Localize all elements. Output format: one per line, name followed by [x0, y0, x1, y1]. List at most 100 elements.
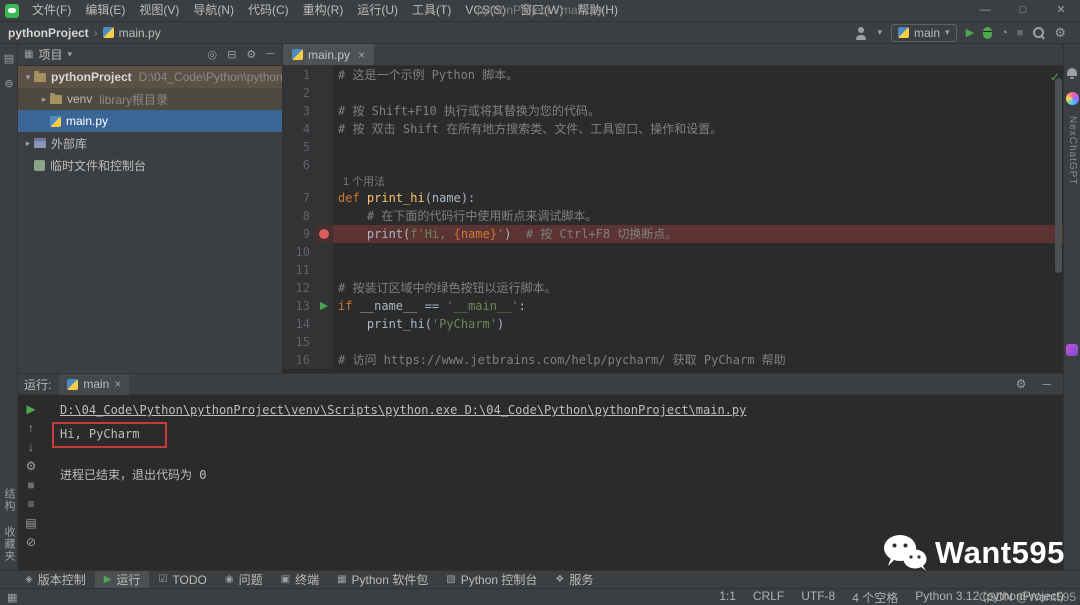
status-item[interactable]: CRLF: [753, 589, 784, 605]
minimize-panel-icon[interactable]: ─: [1042, 377, 1051, 391]
gutter[interactable]: [315, 207, 333, 225]
status-item[interactable]: UTF-8: [801, 589, 835, 605]
close-icon[interactable]: ×: [358, 48, 365, 62]
run-config-selector[interactable]: main ▾: [891, 24, 957, 42]
search-icon[interactable]: [1032, 26, 1045, 39]
toolwindow-button-problems[interactable]: ◉问题: [216, 571, 272, 589]
gutter[interactable]: [315, 315, 333, 333]
nexchatgpt-toolwindow-button[interactable]: NexChatGPT: [1067, 116, 1078, 185]
tree-item[interactable]: 临时文件和控制台: [18, 154, 282, 176]
rerun-icon[interactable]: ▶: [26, 402, 35, 416]
menu-item[interactable]: 视图(V): [132, 0, 186, 21]
chevron-icon[interactable]: ▾: [22, 72, 34, 83]
gutter[interactable]: [315, 279, 333, 297]
minimize-button[interactable]: —: [966, 0, 1004, 22]
menu-item[interactable]: 工具(T): [405, 0, 458, 21]
chevron-down-icon[interactable]: ▾: [877, 27, 882, 38]
menu-item[interactable]: 文件(F): [25, 0, 78, 21]
notifications-icon[interactable]: [1067, 68, 1077, 76]
code-text: [333, 84, 1063, 102]
gutter[interactable]: [315, 84, 333, 102]
tree-item[interactable]: ▸venvlibrary根目录: [18, 88, 282, 110]
toolwindow-toggle-icon[interactable]: ▦: [7, 591, 17, 604]
toolwindow-button-version-control[interactable]: ◈版本控制: [16, 571, 95, 589]
settings-icon[interactable]: ⚙: [1054, 25, 1066, 41]
chevron-icon[interactable]: ▸: [22, 138, 34, 149]
gutter[interactable]: [315, 138, 333, 156]
collapse-all-icon[interactable]: ⊟: [227, 48, 236, 61]
editor-tab-main-py[interactable]: main.py ×: [283, 44, 374, 65]
gutter[interactable]: [315, 102, 333, 120]
wechat-icon: [882, 533, 928, 573]
maximize-button[interactable]: □: [1004, 0, 1042, 22]
menu-item[interactable]: 运行(U): [350, 0, 405, 21]
close-icon[interactable]: ×: [114, 377, 121, 391]
menu-item[interactable]: 重构(R): [296, 0, 351, 21]
toolwindow-button-python-console[interactable]: ▧Python 控制台: [437, 571, 546, 589]
tree-item[interactable]: ▾pythonProjectD:\04_Code\Python\pythonPr…: [18, 66, 282, 88]
gutter[interactable]: [315, 261, 333, 279]
code-line: 6: [283, 156, 1063, 174]
run-line-icon[interactable]: [320, 302, 328, 310]
settings-icon[interactable]: ⚙: [1016, 377, 1027, 391]
breadcrumb-file[interactable]: main.py: [119, 26, 161, 40]
status-item[interactable]: 1:1: [719, 589, 736, 605]
tree-item[interactable]: main.py: [18, 110, 282, 132]
gutter[interactable]: [315, 120, 333, 138]
gutter[interactable]: [315, 243, 333, 261]
gutter[interactable]: [315, 66, 333, 84]
gutter[interactable]: [315, 189, 333, 207]
gutter[interactable]: [315, 297, 333, 315]
profiler-button[interactable]: ◔: [1001, 27, 1008, 39]
close-button[interactable]: ✕: [1042, 0, 1080, 22]
settings-icon[interactable]: ⚙: [246, 48, 256, 61]
run-button[interactable]: ▶: [966, 26, 974, 39]
breakpoint-icon[interactable]: [319, 229, 329, 239]
scroll-up-icon[interactable]: ↑: [28, 421, 34, 435]
gutter[interactable]: [315, 333, 333, 351]
run-tab-main[interactable]: main ×: [59, 374, 129, 395]
status-item[interactable]: 4 个空格: [852, 589, 898, 605]
line-number: 6: [283, 156, 315, 174]
commit-toolwindow-icon[interactable]: ⊚: [4, 77, 13, 90]
favorites-toolwindow-button[interactable]: 收藏夹: [1, 526, 17, 562]
toolwindow-button-todo[interactable]: ☑TODO: [149, 571, 215, 589]
usage-hint[interactable]: 1 个用法: [338, 176, 385, 188]
editor-scrollbar[interactable]: [1055, 78, 1062, 273]
code-text: # 按装订区域中的绿色按钮以运行脚本。: [333, 279, 1063, 297]
locate-file-icon[interactable]: ◎: [208, 48, 218, 61]
editor[interactable]: main.py × 1# 这是一个示例 Python 脚本。23# 按 Shif…: [283, 44, 1063, 373]
toolwindow-button-python-packages[interactable]: ▦Python 软件包: [328, 571, 437, 589]
gutter[interactable]: [315, 225, 333, 243]
menu-item[interactable]: 代码(C): [241, 0, 296, 21]
plugin-icon[interactable]: [1066, 344, 1078, 356]
hide-panel-icon[interactable]: ─: [266, 48, 274, 61]
menu-item[interactable]: 编辑(E): [78, 0, 132, 21]
chevron-down-icon: ▾: [945, 27, 950, 38]
user-icon[interactable]: [854, 26, 868, 40]
chevron-icon[interactable]: ▸: [38, 94, 50, 105]
scroll-down-icon[interactable]: ↓: [28, 440, 34, 454]
gutter[interactable]: [315, 351, 333, 369]
debug-button[interactable]: [983, 27, 992, 39]
project-panel-title[interactable]: ▦ 项目 ▾: [24, 46, 72, 63]
run-tab-icon: [67, 379, 78, 390]
toolwindow-button-services[interactable]: ❖服务: [546, 571, 602, 589]
breadcrumb-project[interactable]: pythonProject: [8, 26, 89, 40]
print-icon[interactable]: ▤: [25, 516, 36, 530]
code-area[interactable]: 1# 这是一个示例 Python 脚本。23# 按 Shift+F10 执行或将…: [283, 66, 1063, 373]
clear-icon[interactable]: ⊘: [26, 535, 36, 549]
stop-button[interactable]: ■: [1017, 27, 1024, 39]
restore-layout-icon[interactable]: ≡: [27, 497, 34, 511]
edit-settings-icon[interactable]: ⚙: [26, 459, 37, 473]
stop-icon[interactable]: ■: [27, 478, 34, 492]
project-toolwindow-icon[interactable]: ▤: [4, 52, 14, 65]
toolwindow-button-run[interactable]: ▶运行: [95, 571, 150, 589]
structure-toolwindow-button[interactable]: 结构: [1, 488, 17, 512]
toolwindow-button-terminal[interactable]: ▣终端: [272, 571, 328, 589]
tree-item[interactable]: ▸外部库: [18, 132, 282, 154]
line-number: 3: [283, 102, 315, 120]
ai-plugin-icon[interactable]: [1066, 92, 1079, 105]
menu-item[interactable]: 导航(N): [186, 0, 241, 21]
gutter[interactable]: [315, 156, 333, 174]
